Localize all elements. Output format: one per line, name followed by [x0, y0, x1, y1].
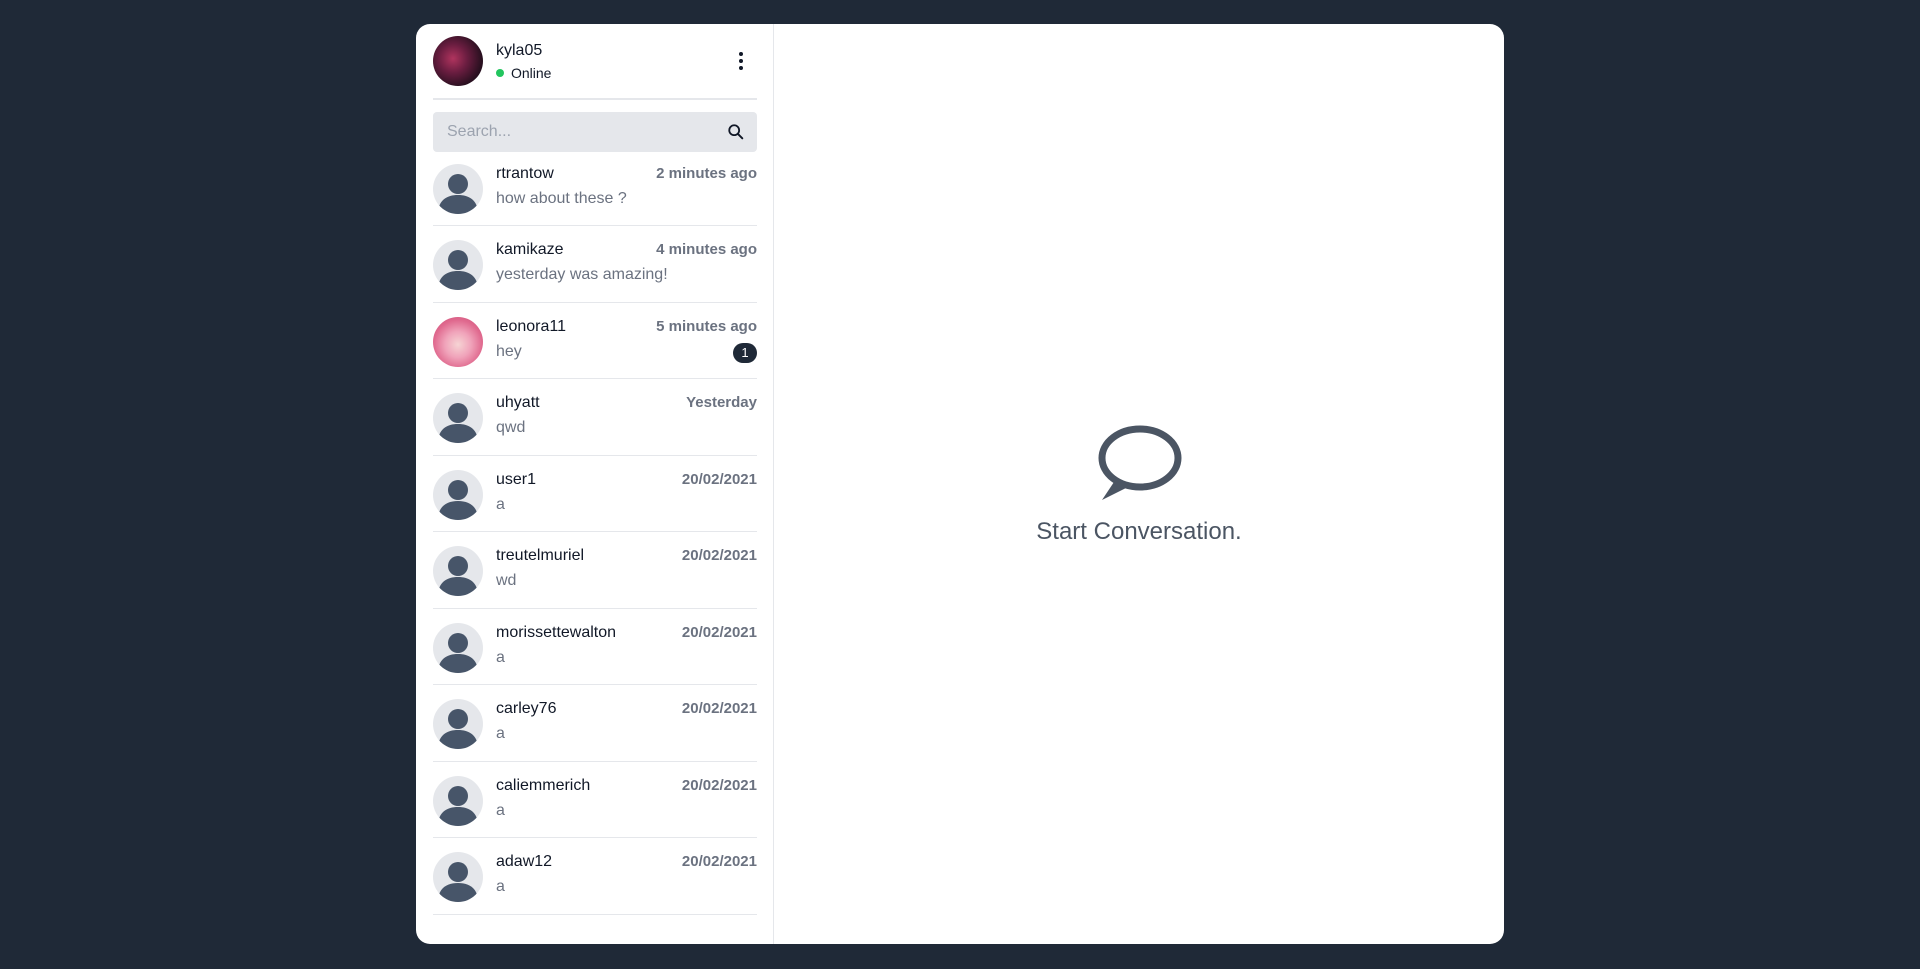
- contact-header: user1 20/02/2021: [496, 470, 757, 490]
- list-item[interactable]: adaw12 20/02/2021 a: [433, 838, 757, 915]
- contact-body: caliemmerich 20/02/2021 a: [496, 776, 757, 821]
- contact-body: carley76 20/02/2021 a: [496, 699, 757, 744]
- contact-body: treutelmuriel 20/02/2021 wd: [496, 546, 757, 591]
- conversation-panel: Start Conversation.: [774, 24, 1504, 944]
- contact-time: 20/02/2021: [681, 470, 757, 488]
- avatar: [433, 546, 483, 596]
- avatar: [433, 469, 483, 520]
- avatar: [433, 622, 483, 673]
- contact-name: carley76: [496, 700, 557, 717]
- contact-name: kamikaze: [496, 241, 564, 258]
- avatar: [433, 393, 483, 443]
- online-dot-icon: [496, 69, 504, 77]
- contact-name: adaw12: [496, 853, 553, 870]
- contact-name: treutelmuriel: [496, 547, 585, 564]
- contact-last-message: a: [496, 495, 505, 513]
- contact-time: 20/02/2021: [681, 776, 757, 794]
- contact-body: uhyatt Yesterday qwd: [496, 393, 757, 438]
- avatar[interactable]: [433, 36, 483, 86]
- contact-name: caliemmerich: [496, 776, 591, 794]
- contact-name: leonora11: [496, 317, 566, 335]
- contact-name: uhyatt: [496, 394, 540, 411]
- list-item[interactable]: user1 20/02/2021 a: [433, 456, 757, 532]
- contact-header: morissettewalton 20/02/2021: [496, 623, 757, 643]
- contact-last-message: a: [496, 648, 505, 666]
- contact-header: treutelmuriel 20/02/2021: [496, 546, 757, 566]
- contact-body: rtrantow 2 minutes ago how about these ?: [496, 164, 757, 209]
- avatar: [433, 240, 483, 290]
- contact-header: leonora11 5 minutes ago: [496, 317, 757, 337]
- contact-time: 20/02/2021: [681, 547, 757, 564]
- contact-last-message: wd: [496, 572, 517, 589]
- contact-last-message: qwd: [496, 419, 526, 436]
- contact-time: 20/02/2021: [681, 853, 757, 870]
- contact-time: 20/02/2021: [681, 623, 757, 641]
- contact-time: 2 minutes ago: [656, 165, 757, 182]
- contact-time: Yesterday: [686, 394, 757, 411]
- sidebar: kyla05 Online rtrantow 2 minutes ago how a…: [416, 24, 774, 944]
- list-item[interactable]: rtrantow 2 minutes ago how about these ?: [433, 164, 757, 226]
- contact-body: morissettewalton 20/02/2021 a: [496, 623, 757, 668]
- avatar: [433, 775, 483, 826]
- contact-time: 4 minutes ago: [656, 241, 757, 258]
- empty-state: Start Conversation.: [774, 424, 1504, 546]
- list-item[interactable]: carley76 20/02/2021 a: [433, 685, 757, 762]
- contact-time: 20/02/2021: [681, 700, 757, 717]
- contact-header: caliemmerich 20/02/2021: [496, 776, 757, 796]
- list-item[interactable]: uhyatt Yesterday qwd: [433, 379, 757, 456]
- contact-last-message: yesterday was amazing!: [496, 266, 668, 283]
- contact-body: user1 20/02/2021 a: [496, 470, 757, 515]
- chat-bubble-icon: [1098, 425, 1182, 500]
- list-item[interactable]: kamikaze 4 minutes ago yesterday was amazi…: [433, 226, 757, 303]
- list-item[interactable]: morissettewalton 20/02/2021 a: [433, 609, 757, 685]
- contact-name: user1: [496, 470, 537, 488]
- contact-last-message: a: [496, 725, 505, 742]
- contact-name: rtrantow: [496, 165, 554, 182]
- contact-last-message: a: [496, 801, 505, 819]
- contact-time: 5 minutes ago: [656, 317, 757, 335]
- contact-header: uhyatt Yesterday: [496, 393, 757, 413]
- contact-body: leonora11 5 minutes ago hey 1: [496, 317, 757, 363]
- contact-body: adaw12 20/02/2021 a: [496, 852, 757, 897]
- list-item[interactable]: leonora11 5 minutes ago hey 1: [433, 303, 757, 379]
- empty-state-title: Start Conversation.: [1036, 518, 1242, 545]
- contact-last-message: how about these ?: [496, 190, 627, 207]
- profile-info: kyla05 Online: [496, 41, 731, 81]
- profile-username: kyla05: [496, 42, 543, 59]
- status-label: Online: [511, 65, 552, 81]
- contact-last-message: a: [496, 878, 505, 895]
- search-bar: [433, 112, 757, 152]
- more-options-icon[interactable]: [731, 46, 751, 76]
- avatar: [433, 316, 483, 367]
- profile-status: Online: [496, 65, 731, 81]
- avatar: [433, 164, 483, 214]
- search-icon[interactable]: [727, 123, 745, 141]
- contact-body: kamikaze 4 minutes ago yesterday was amazi…: [496, 240, 757, 285]
- chat-app: kyla05 Online rtrantow 2 minutes ago how a…: [416, 24, 1504, 944]
- profile-header: kyla05 Online: [433, 24, 757, 100]
- list-item[interactable]: caliemmerich 20/02/2021 a: [433, 762, 757, 838]
- contact-last-message: hey: [496, 342, 522, 360]
- contact-header: adaw12 20/02/2021: [496, 852, 757, 872]
- search-input[interactable]: [445, 122, 727, 142]
- unread-badge: 1: [733, 342, 757, 363]
- avatar: [433, 852, 483, 902]
- contact-header: rtrantow 2 minutes ago: [496, 164, 757, 184]
- avatar: [433, 699, 483, 749]
- contact-header: carley76 20/02/2021: [496, 699, 757, 719]
- contact-header: kamikaze 4 minutes ago: [496, 240, 757, 260]
- list-item[interactable]: treutelmuriel 20/02/2021 wd: [433, 532, 757, 609]
- contact-name: morissettewalton: [496, 623, 617, 641]
- contact-list: rtrantow 2 minutes ago how about these ? ka…: [433, 164, 757, 915]
